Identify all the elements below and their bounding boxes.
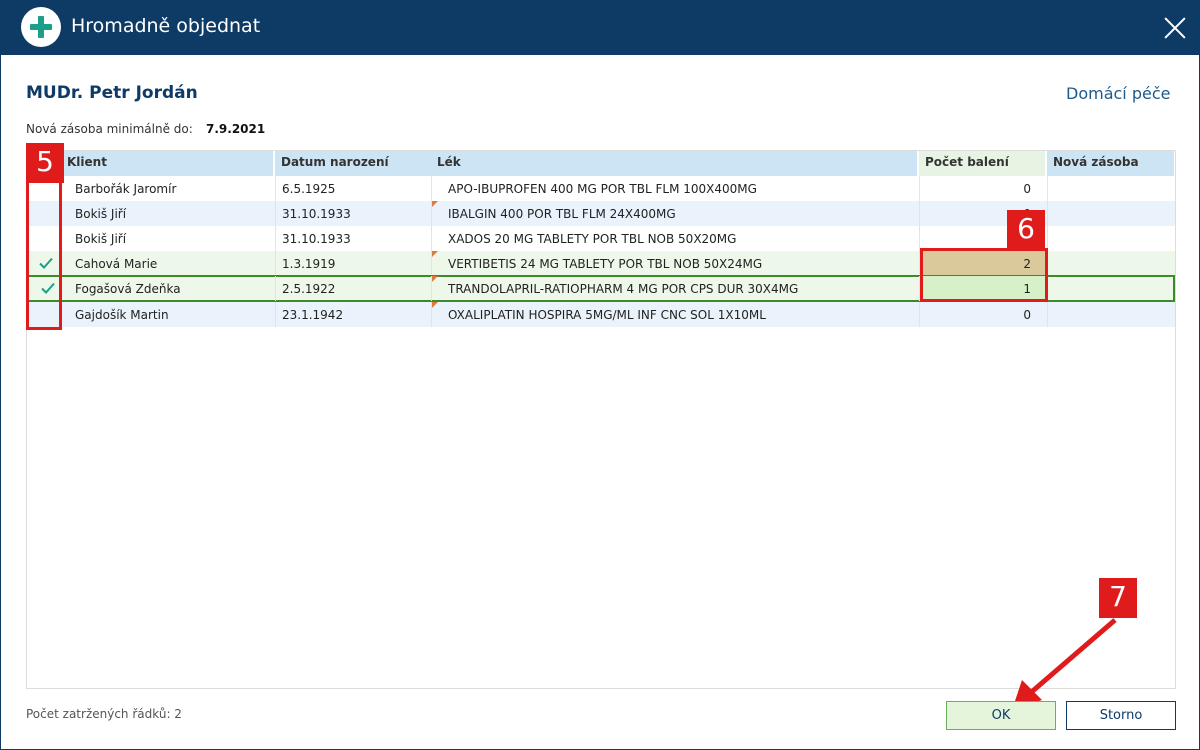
cell-nova bbox=[1047, 302, 1175, 327]
cell-datum: 2.5.1922 bbox=[275, 276, 431, 301]
column-header-lek[interactable]: Lék bbox=[431, 151, 918, 176]
cell-nova bbox=[1047, 176, 1175, 201]
cell-klient: Gajdošík Martin bbox=[75, 308, 169, 322]
cell-lek: OXALIPLATIN HOSPIRA 5MG/ML INF CNC SOL 1… bbox=[431, 302, 918, 327]
note-marker-icon bbox=[432, 302, 438, 308]
cell-datum: 23.1.1942 bbox=[275, 302, 431, 327]
column-header-datum[interactable]: Datum narození bbox=[275, 151, 433, 176]
cell-lek-text: VERTIBETIS 24 MG TABLETY POR TBL NOB 50X… bbox=[448, 257, 763, 271]
cell-lek-text: OXALIPLATIN HOSPIRA 5MG/ML INF CNC SOL 1… bbox=[448, 308, 766, 322]
note-marker-icon bbox=[432, 251, 438, 257]
cell-datum: 31.10.1933 bbox=[275, 201, 431, 226]
cell-klient: Barbořák Jaromír bbox=[75, 182, 177, 196]
cell-klient: Cahová Marie bbox=[75, 257, 158, 271]
cell-lek: IBALGIN 400 POR TBL FLM 24X400MG bbox=[431, 201, 918, 226]
cell-klient: Fogašová Zdeňka bbox=[75, 282, 181, 296]
window-title: Hromadně objednat bbox=[71, 15, 261, 37]
table-row[interactable]: Barbořák Jaromír 6.5.1925 APO-IBUPROFEN … bbox=[27, 176, 1175, 201]
ok-button[interactable]: OK bbox=[946, 701, 1056, 730]
cell-nova bbox=[1047, 201, 1175, 226]
cell-lek: APO-IBUPROFEN 400 MG POR TBL FLM 100X400… bbox=[431, 176, 918, 201]
table-row[interactable]: Bokiš Jiří 31.10.1933 IBALGIN 400 POR TB… bbox=[27, 201, 1175, 226]
cancel-button[interactable]: Storno bbox=[1066, 701, 1176, 730]
column-header-pocet[interactable]: Počet balení bbox=[919, 151, 1046, 176]
cell-lek-text: XADOS 20 MG TABLETY POR TBL NOB 50X20MG bbox=[448, 232, 737, 246]
cell-lek-text: TRANDOLAPRIL-RATIOPHARM 4 MG POR CPS DUR… bbox=[448, 282, 799, 296]
checked-rows-count: Počet zatržených řádků: 2 bbox=[26, 707, 182, 721]
note-marker-icon bbox=[432, 276, 438, 282]
annotation-box-6 bbox=[920, 248, 1048, 302]
cell-klient: Bokiš Jiří bbox=[75, 207, 127, 221]
cell-datum: 31.10.1933 bbox=[275, 226, 431, 251]
cell-datum: 1.3.1919 bbox=[275, 251, 431, 276]
note-marker-icon bbox=[432, 201, 438, 207]
cell-klient: Bokiš Jiří bbox=[75, 232, 127, 246]
cell-lek-text: APO-IBUPROFEN 400 MG POR TBL FLM 100X400… bbox=[448, 182, 757, 196]
column-header-nova[interactable]: Nová zásoba bbox=[1047, 151, 1175, 176]
service-type: Domácí péče bbox=[1066, 84, 1171, 103]
annotation-step-6: 6 bbox=[1007, 210, 1045, 250]
column-klient-label: Klient bbox=[67, 155, 107, 169]
table-row[interactable]: Gajdošík Martin 23.1.1942 OXALIPLATIN HO… bbox=[27, 302, 1175, 327]
cell-pocet[interactable]: 0 bbox=[919, 176, 1047, 201]
doctor-name: MUDr. Petr Jordán bbox=[26, 83, 198, 103]
cell-nova bbox=[1047, 276, 1175, 301]
cell-nova bbox=[1047, 226, 1175, 251]
title-bar: Hromadně objednat bbox=[0, 0, 1200, 55]
cell-pocet[interactable]: 0 bbox=[919, 302, 1047, 327]
cell-lek: VERTIBETIS 24 MG TABLETY POR TBL NOB 50X… bbox=[431, 251, 918, 276]
stock-label: Nová zásoba minimálně do: bbox=[26, 122, 193, 136]
annotation-step-5: 5 bbox=[26, 143, 64, 183]
cell-nova bbox=[1047, 251, 1175, 276]
cell-lek: XADOS 20 MG TABLETY POR TBL NOB 50X20MG bbox=[431, 226, 918, 251]
cell-datum: 6.5.1925 bbox=[275, 176, 431, 201]
stock-date: 7.9.2021 bbox=[206, 122, 266, 136]
close-icon[interactable] bbox=[1160, 13, 1190, 43]
plus-icon bbox=[21, 7, 61, 47]
column-header-klient[interactable]: Klient bbox=[61, 151, 301, 176]
cell-lek-text: IBALGIN 400 POR TBL FLM 24X400MG bbox=[448, 207, 676, 221]
cell-lek: TRANDOLAPRIL-RATIOPHARM 4 MG POR CPS DUR… bbox=[431, 276, 918, 301]
